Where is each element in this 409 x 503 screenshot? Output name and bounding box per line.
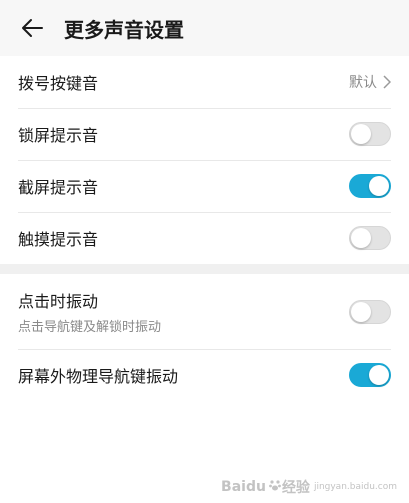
toggle-screenshot-tone[interactable] (349, 174, 391, 198)
row-value: 默认 (349, 72, 391, 92)
page-title: 更多声音设置 (64, 17, 184, 42)
toggle-touch-tone[interactable] (349, 226, 391, 250)
row-label-wrap: 点击时振动 点击导航键及解锁时振动 (18, 288, 161, 335)
row-label: 截屏提示音 (18, 178, 99, 197)
row-lock-screen-tone: 锁屏提示音 (18, 108, 391, 160)
toggle-lock-screen-tone[interactable] (349, 122, 391, 146)
toggle-knob (351, 301, 371, 322)
toggle-knob (351, 228, 371, 248)
row-dial-keypad-tone[interactable]: 拨号按键音 默认 (18, 56, 391, 108)
row-label: 点击时振动 (18, 292, 99, 311)
row-label: 拨号按键音 (18, 74, 99, 93)
sound-settings-screen: 更多声音设置 拨号按键音 默认 锁屏提示音 截屏提示音 触摸提示音 点击时振动 … (0, 0, 409, 503)
watermark-site: jingyan.baidu.com (313, 482, 397, 492)
row-sublabel: 点击导航键及解锁时振动 (18, 320, 162, 335)
settings-group-sounds: 拨号按键音 默认 锁屏提示音 截屏提示音 触摸提示音 (0, 56, 409, 264)
row-label: 锁屏提示音 (18, 126, 99, 145)
row-label: 屏幕外物理导航键振动 (18, 367, 179, 386)
row-tap-vibration: 点击时振动 点击导航键及解锁时振动 (18, 274, 391, 349)
toggle-knob (369, 365, 389, 385)
row-touch-tone: 触摸提示音 (18, 212, 391, 264)
row-label: 触摸提示音 (18, 230, 99, 249)
back-button[interactable] (18, 14, 46, 42)
row-screenshot-tone: 截屏提示音 (18, 160, 391, 212)
section-divider (0, 264, 409, 274)
watermark-brand: Baidu (221, 479, 266, 495)
chevron-right-icon (383, 75, 391, 89)
paw-icon (268, 478, 282, 496)
watermark-sub: 经验 (281, 480, 310, 496)
row-nav-key-vibration: 屏幕外物理导航键振动 (18, 349, 391, 401)
toggle-tap-vibration[interactable] (349, 299, 391, 324)
settings-group-vibration: 点击时振动 点击导航键及解锁时振动 屏幕外物理导航键振动 (0, 274, 409, 401)
toggle-nav-key-vibration[interactable] (349, 363, 391, 387)
watermark: Baidu 经验 jingyan.baidu.com (221, 477, 397, 497)
header-bar: 更多声音设置 (0, 0, 409, 56)
toggle-knob (351, 124, 371, 144)
arrow-left-icon (22, 19, 43, 37)
value-text: 默认 (349, 75, 377, 91)
toggle-knob (369, 176, 389, 196)
